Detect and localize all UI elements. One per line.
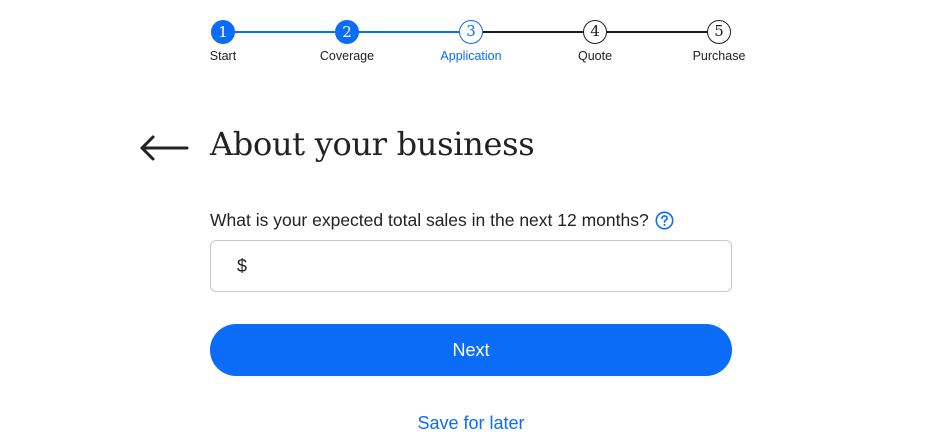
currency-symbol: $ bbox=[237, 256, 248, 276]
question-circle-icon[interactable] bbox=[655, 211, 674, 230]
step-purchase: 5 Purchase bbox=[669, 20, 769, 63]
save-for-later-link[interactable]: Save for later bbox=[210, 410, 732, 436]
step-number: 2 bbox=[335, 20, 359, 44]
step-quote: 4 Quote bbox=[545, 20, 645, 63]
step-application: 3 Application bbox=[421, 20, 521, 63]
step-label: Start bbox=[209, 49, 237, 63]
step-number: 4 bbox=[583, 20, 607, 44]
step-label: Application bbox=[440, 49, 502, 63]
sales-amount-field[interactable]: $ bbox=[210, 240, 732, 292]
step-number: 5 bbox=[707, 20, 731, 44]
progress-stepper: 1 Start 2 Coverage 3 Application 4 Quote… bbox=[0, 0, 939, 80]
step-number: 3 bbox=[459, 20, 483, 44]
page-title: About your business bbox=[210, 125, 535, 163]
step-label: Coverage bbox=[319, 49, 375, 63]
question-row: What is your expected total sales in the… bbox=[210, 207, 674, 233]
question-label: What is your expected total sales in the… bbox=[210, 209, 649, 230]
step-number: 1 bbox=[211, 20, 235, 44]
step-label: Purchase bbox=[692, 49, 746, 63]
step-start[interactable]: 1 Start bbox=[173, 20, 273, 63]
arrow-left-icon bbox=[140, 135, 189, 161]
step-coverage[interactable]: 2 Coverage bbox=[297, 20, 397, 63]
back-button[interactable] bbox=[138, 134, 190, 162]
next-button[interactable]: Next bbox=[210, 324, 732, 376]
step-label: Quote bbox=[577, 49, 613, 63]
application-page: 1 Start 2 Coverage 3 Application 4 Quote… bbox=[0, 0, 939, 446]
sales-amount-input[interactable] bbox=[257, 241, 717, 291]
